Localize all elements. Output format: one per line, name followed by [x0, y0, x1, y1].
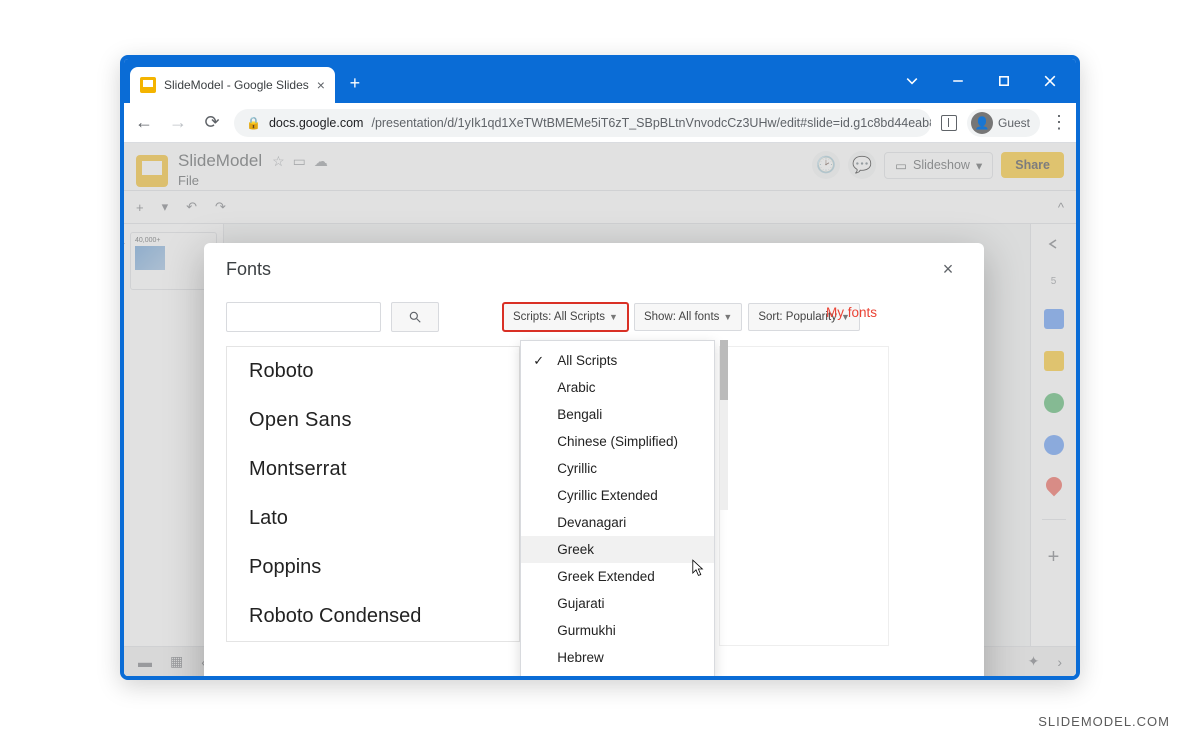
reader-icon[interactable] — [941, 115, 957, 131]
fonts-dialog: Fonts × Scripts: All Scripts ▼ Show — [204, 243, 984, 680]
app-surface: SlideModel ☆ ▭ ☁ File 🕑 💬 ▭ Slideshow — [124, 143, 1076, 676]
script-option[interactable]: Greek Extended — [521, 563, 714, 590]
font-row[interactable]: Roboto — [227, 347, 519, 396]
ok-button[interactable]: OK — [226, 676, 280, 680]
tab-close-icon[interactable]: × — [317, 77, 325, 93]
dialog-close-button[interactable]: × — [934, 259, 962, 280]
forward-button[interactable]: → — [166, 112, 190, 133]
script-option[interactable]: Gujarati — [521, 590, 714, 617]
scripts-dropdown: All Scripts Arabic Bengali Chinese (Simp… — [520, 340, 715, 678]
script-option[interactable]: Cyrillic Extended — [521, 482, 714, 509]
slides-favicon-icon — [140, 77, 156, 93]
url-field[interactable]: 🔒 docs.google.com /presentation/d/1yIk1q… — [234, 109, 931, 137]
font-row[interactable]: Montserrat — [227, 445, 519, 494]
profile-chip[interactable]: 👤 Guest — [967, 109, 1040, 137]
reload-button[interactable]: ⟳ — [200, 112, 224, 133]
url-host: docs.google.com — [269, 116, 364, 130]
kebab-menu-icon[interactable]: ⋮ — [1050, 112, 1068, 133]
window-controls — [890, 59, 1076, 103]
window-minimize-icon[interactable] — [936, 59, 980, 103]
url-path: /presentation/d/1yIk1qd1XeTWtBMEMe5iT6zT… — [371, 116, 931, 130]
browser-window: SlideModel - Google Slides × + ← → ⟳ 🔒 d… — [120, 55, 1080, 680]
window-dropdown-icon[interactable] — [890, 59, 934, 103]
caret-down-icon: ▼ — [723, 312, 732, 322]
lock-icon: 🔒 — [246, 116, 261, 130]
font-row[interactable]: Poppins — [227, 543, 519, 592]
window-titlebar: SlideModel - Google Slides × + — [124, 59, 1076, 103]
show-filter-label: Show: All fonts — [644, 311, 719, 323]
font-row[interactable]: Open Sans — [227, 396, 519, 445]
fonts-list[interactable]: Roboto Open Sans Montserrat Lato Poppins… — [226, 346, 520, 642]
search-icon — [408, 310, 422, 324]
avatar-icon: 👤 — [971, 112, 993, 134]
watermark: SLIDEMODEL.COM — [1038, 714, 1170, 729]
script-option[interactable]: Greek — [521, 536, 714, 563]
script-option[interactable]: Bengali — [521, 401, 714, 428]
font-search-input[interactable] — [226, 302, 381, 332]
script-option[interactable]: Chinese (Simplified) — [521, 428, 714, 455]
script-option[interactable]: Devanagari — [521, 509, 714, 536]
script-option[interactable]: All Scripts — [521, 347, 714, 374]
new-tab-button[interactable]: + — [341, 69, 369, 97]
dialog-title: Fonts — [226, 259, 271, 280]
font-search-button[interactable] — [391, 302, 439, 332]
address-bar: ← → ⟳ 🔒 docs.google.com /presentation/d/… — [124, 103, 1076, 143]
profile-label: Guest — [998, 116, 1030, 130]
my-fonts-heading: My fonts — [826, 305, 956, 320]
caret-down-icon: ▼ — [609, 312, 618, 322]
script-option[interactable]: Hebrew — [521, 644, 714, 671]
script-option[interactable]: Cyrillic — [521, 455, 714, 482]
font-row[interactable]: Roboto Condensed — [227, 592, 519, 641]
browser-tab[interactable]: SlideModel - Google Slides × — [130, 67, 335, 103]
font-preview-box — [719, 346, 889, 646]
script-option[interactable]: Gurmukhi — [521, 617, 714, 644]
window-maximize-icon[interactable] — [982, 59, 1026, 103]
font-row[interactable]: Lato — [227, 494, 519, 543]
scripts-filter-label: Scripts: All Scripts — [513, 311, 605, 323]
dropdown-scrollbar[interactable] — [720, 340, 728, 510]
tab-title: SlideModel - Google Slides — [164, 78, 309, 92]
window-close-icon[interactable] — [1028, 59, 1072, 103]
script-option[interactable]: Arabic — [521, 374, 714, 401]
cancel-button[interactable]: Cancel — [292, 676, 359, 680]
show-filter-button[interactable]: Show: All fonts ▼ — [634, 303, 742, 331]
back-button[interactable]: ← — [132, 112, 156, 133]
scripts-filter-button[interactable]: Scripts: All Scripts ▼ — [503, 303, 628, 331]
